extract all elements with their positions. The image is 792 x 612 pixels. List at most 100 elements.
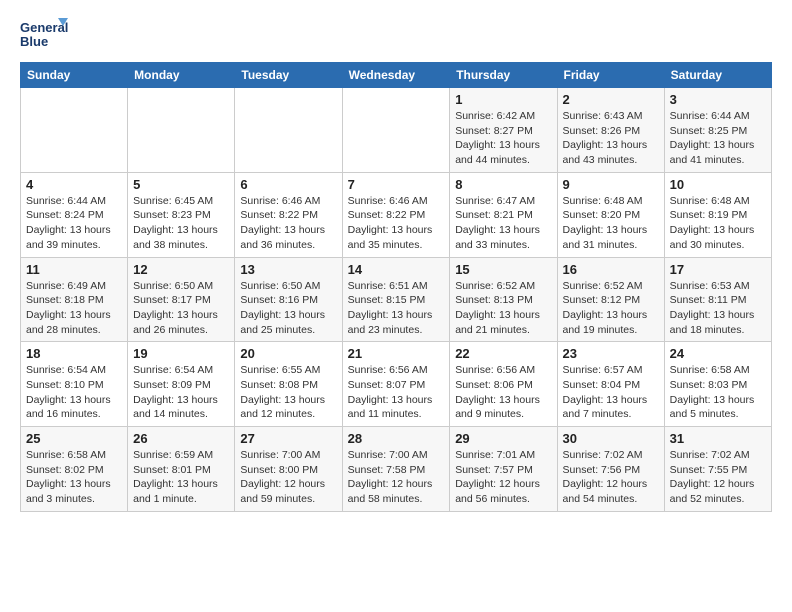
day-number: 27 — [240, 431, 336, 446]
day-number: 17 — [670, 262, 766, 277]
day-info: Sunrise: 6:50 AM Sunset: 8:16 PM Dayligh… — [240, 279, 336, 338]
day-info: Sunrise: 7:00 AM Sunset: 7:58 PM Dayligh… — [348, 448, 445, 507]
day-number: 16 — [563, 262, 659, 277]
day-number: 18 — [26, 346, 122, 361]
day-info: Sunrise: 6:57 AM Sunset: 8:04 PM Dayligh… — [563, 363, 659, 422]
calendar-cell — [342, 88, 450, 173]
calendar-cell: 15 Sunrise: 6:52 AM Sunset: 8:13 PM Dayli… — [450, 257, 557, 342]
svg-text:Blue: Blue — [20, 34, 48, 49]
calendar-cell: 13 Sunrise: 6:50 AM Sunset: 8:16 PM Dayli… — [235, 257, 342, 342]
day-info: Sunrise: 7:01 AM Sunset: 7:57 PM Dayligh… — [455, 448, 551, 507]
day-number: 14 — [348, 262, 445, 277]
calendar-cell — [235, 88, 342, 173]
day-info: Sunrise: 6:45 AM Sunset: 8:23 PM Dayligh… — [133, 194, 229, 253]
day-info: Sunrise: 7:02 AM Sunset: 7:55 PM Dayligh… — [670, 448, 766, 507]
calendar-cell — [128, 88, 235, 173]
col-header-sunday: Sunday — [21, 63, 128, 88]
calendar-cell: 12Sunrise: 6:50 AM Sunset: 8:17 PM Dayli… — [128, 257, 235, 342]
day-number: 8 — [455, 177, 551, 192]
day-number: 5 — [133, 177, 229, 192]
calendar-cell: 31 Sunrise: 7:02 AM Sunset: 7:55 PM Dayli… — [664, 427, 771, 512]
calendar-cell: 5 Sunrise: 6:45 AM Sunset: 8:23 PM Daylig… — [128, 172, 235, 257]
col-header-thursday: Thursday — [450, 63, 557, 88]
day-number: 30 — [563, 431, 659, 446]
day-number: 20 — [240, 346, 336, 361]
calendar-cell: 11 Sunrise: 6:49 AM Sunset: 8:18 PM Dayli… — [21, 257, 128, 342]
logo: General Blue — [20, 16, 70, 58]
calendar-cell: 8 Sunrise: 6:47 AM Sunset: 8:21 PM Daylig… — [450, 172, 557, 257]
calendar-cell: 1 Sunrise: 6:42 AM Sunset: 8:27 PM Daylig… — [450, 88, 557, 173]
day-number: 3 — [670, 92, 766, 107]
logo-svg: General Blue — [20, 16, 70, 58]
calendar-cell: 27 Sunrise: 7:00 AM Sunset: 8:00 PM Dayli… — [235, 427, 342, 512]
calendar-cell: 30 Sunrise: 7:02 AM Sunset: 7:56 PM Dayli… — [557, 427, 664, 512]
day-info: Sunrise: 7:00 AM Sunset: 8:00 PM Dayligh… — [240, 448, 336, 507]
day-number: 21 — [348, 346, 445, 361]
day-info: Sunrise: 6:59 AM Sunset: 8:01 PM Dayligh… — [133, 448, 229, 507]
calendar-cell: 26 Sunrise: 6:59 AM Sunset: 8:01 PM Dayli… — [128, 427, 235, 512]
day-info: Sunrise: 6:56 AM Sunset: 8:07 PM Dayligh… — [348, 363, 445, 422]
calendar-cell: 24 Sunrise: 6:58 AM Sunset: 8:03 PM Dayli… — [664, 342, 771, 427]
day-info: Sunrise: 6:48 AM Sunset: 8:20 PM Dayligh… — [563, 194, 659, 253]
day-number: 28 — [348, 431, 445, 446]
day-info: Sunrise: 7:02 AM Sunset: 7:56 PM Dayligh… — [563, 448, 659, 507]
day-info: Sunrise: 6:44 AM Sunset: 8:25 PM Dayligh… — [670, 109, 766, 168]
day-info: Sunrise: 6:42 AM Sunset: 8:27 PM Dayligh… — [455, 109, 551, 168]
day-number: 19 — [133, 346, 229, 361]
col-header-monday: Monday — [128, 63, 235, 88]
day-number: 26 — [133, 431, 229, 446]
day-number: 6 — [240, 177, 336, 192]
day-info: Sunrise: 6:44 AM Sunset: 8:24 PM Dayligh… — [26, 194, 122, 253]
day-number: 12 — [133, 262, 229, 277]
day-info: Sunrise: 6:47 AM Sunset: 8:21 PM Dayligh… — [455, 194, 551, 253]
day-info: Sunrise: 6:51 AM Sunset: 8:15 PM Dayligh… — [348, 279, 445, 338]
day-info: Sunrise: 6:49 AM Sunset: 8:18 PM Dayligh… — [26, 279, 122, 338]
day-info: Sunrise: 6:52 AM Sunset: 8:12 PM Dayligh… — [563, 279, 659, 338]
calendar-cell: 23 Sunrise: 6:57 AM Sunset: 8:04 PM Dayli… — [557, 342, 664, 427]
day-number: 25 — [26, 431, 122, 446]
day-number: 24 — [670, 346, 766, 361]
header: General Blue — [20, 16, 772, 58]
calendar-cell: 3 Sunrise: 6:44 AM Sunset: 8:25 PM Daylig… — [664, 88, 771, 173]
calendar-cell — [21, 88, 128, 173]
day-info: Sunrise: 6:54 AM Sunset: 8:10 PM Dayligh… — [26, 363, 122, 422]
day-number: 4 — [26, 177, 122, 192]
day-number: 10 — [670, 177, 766, 192]
day-info: Sunrise: 6:55 AM Sunset: 8:08 PM Dayligh… — [240, 363, 336, 422]
day-info: Sunrise: 6:58 AM Sunset: 8:03 PM Dayligh… — [670, 363, 766, 422]
calendar-cell: 28 Sunrise: 7:00 AM Sunset: 7:58 PM Dayli… — [342, 427, 450, 512]
day-number: 11 — [26, 262, 122, 277]
day-number: 15 — [455, 262, 551, 277]
day-info: Sunrise: 6:58 AM Sunset: 8:02 PM Dayligh… — [26, 448, 122, 507]
calendar-cell: 19Sunrise: 6:54 AM Sunset: 8:09 PM Dayli… — [128, 342, 235, 427]
calendar-cell: 20 Sunrise: 6:55 AM Sunset: 8:08 PM Dayli… — [235, 342, 342, 427]
day-number: 23 — [563, 346, 659, 361]
col-header-saturday: Saturday — [664, 63, 771, 88]
calendar-cell: 6Sunrise: 6:46 AM Sunset: 8:22 PM Daylig… — [235, 172, 342, 257]
day-number: 29 — [455, 431, 551, 446]
day-info: Sunrise: 6:53 AM Sunset: 8:11 PM Dayligh… — [670, 279, 766, 338]
col-header-friday: Friday — [557, 63, 664, 88]
calendar-cell: 22Sunrise: 6:56 AM Sunset: 8:06 PM Dayli… — [450, 342, 557, 427]
day-number: 2 — [563, 92, 659, 107]
calendar-cell: 7Sunrise: 6:46 AM Sunset: 8:22 PM Daylig… — [342, 172, 450, 257]
calendar-cell: 9 Sunrise: 6:48 AM Sunset: 8:20 PM Daylig… — [557, 172, 664, 257]
day-number: 1 — [455, 92, 551, 107]
col-header-wednesday: Wednesday — [342, 63, 450, 88]
day-info: Sunrise: 6:43 AM Sunset: 8:26 PM Dayligh… — [563, 109, 659, 168]
calendar-cell: 10 Sunrise: 6:48 AM Sunset: 8:19 PM Dayli… — [664, 172, 771, 257]
day-info: Sunrise: 6:48 AM Sunset: 8:19 PM Dayligh… — [670, 194, 766, 253]
day-number: 31 — [670, 431, 766, 446]
day-number: 22 — [455, 346, 551, 361]
calendar-cell: 29 Sunrise: 7:01 AM Sunset: 7:57 PM Dayli… — [450, 427, 557, 512]
calendar-cell: 2 Sunrise: 6:43 AM Sunset: 8:26 PM Daylig… — [557, 88, 664, 173]
day-number: 7 — [348, 177, 445, 192]
calendar-cell: 14 Sunrise: 6:51 AM Sunset: 8:15 PM Dayli… — [342, 257, 450, 342]
day-info: Sunrise: 6:52 AM Sunset: 8:13 PM Dayligh… — [455, 279, 551, 338]
day-number: 9 — [563, 177, 659, 192]
calendar-table: SundayMondayTuesdayWednesdayThursdayFrid… — [20, 62, 772, 512]
calendar-cell: 16 Sunrise: 6:52 AM Sunset: 8:12 PM Dayli… — [557, 257, 664, 342]
calendar-cell: 25 Sunrise: 6:58 AM Sunset: 8:02 PM Dayli… — [21, 427, 128, 512]
col-header-tuesday: Tuesday — [235, 63, 342, 88]
day-number: 13 — [240, 262, 336, 277]
